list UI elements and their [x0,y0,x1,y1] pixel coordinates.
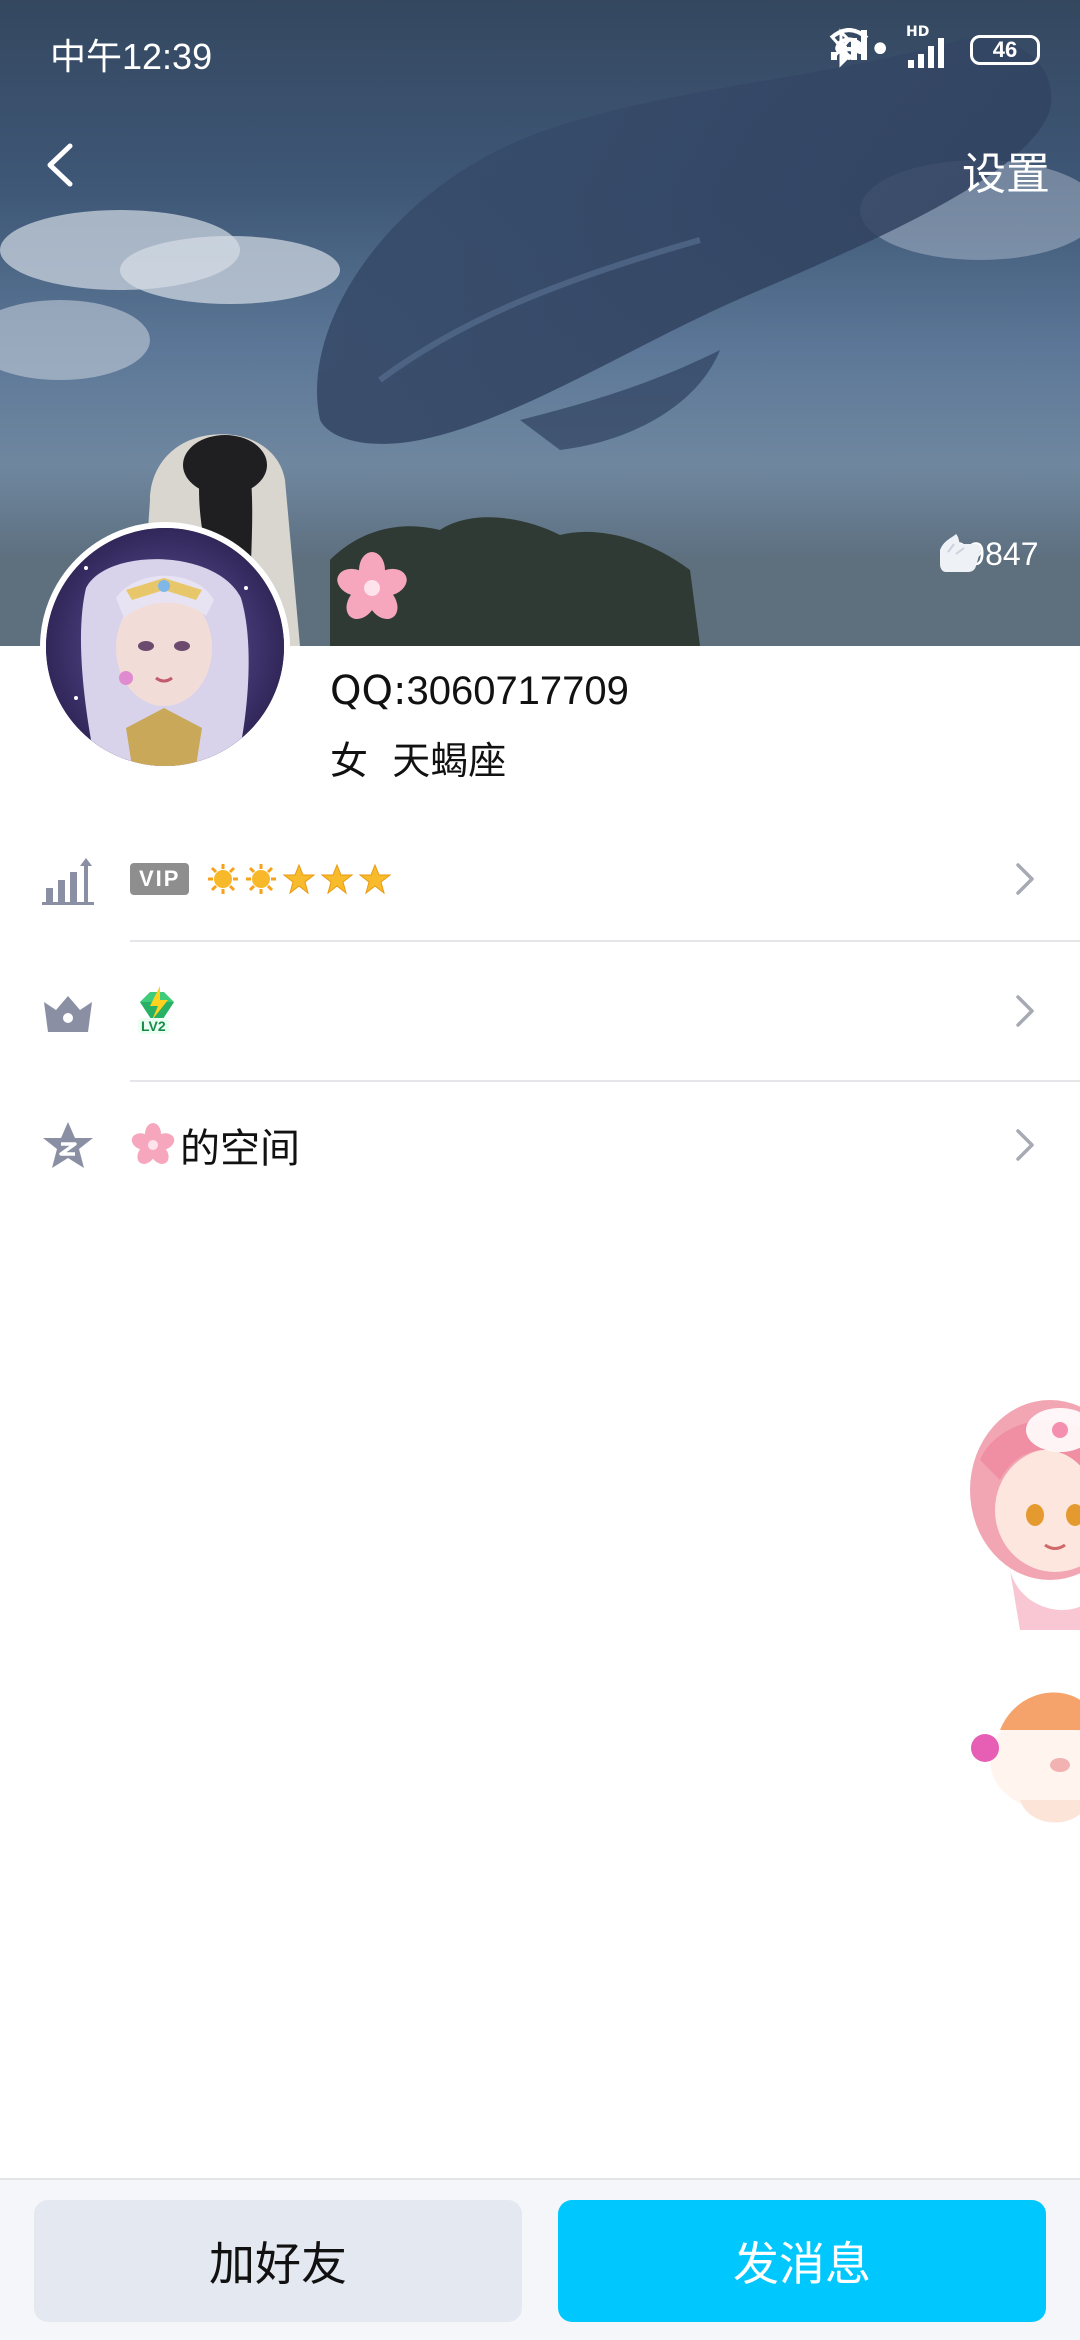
crown-icon [44,996,92,1032]
vip-tag: VIP [130,863,190,895]
cherry-blossom-icon [131,1123,175,1164]
qzone-star-icon [43,1122,93,1168]
status-icons: ••• HD 46 [829,24,1040,73]
avatar-image [46,528,284,766]
chevron-right-icon [1016,1129,1034,1161]
star-icon [359,863,392,895]
sun-icon [246,864,277,894]
bottom-action-bar: 加好友 发消息 [0,2178,1080,2340]
star-icon [283,863,316,895]
send-message-button[interactable]: 发消息 [558,2200,1046,2322]
settings-button[interactable]: 设置 [962,138,1050,202]
level-chart-icon [42,858,94,905]
qzone-label: 的空间 [180,1126,300,1172]
level-badge: LV2 [138,1018,169,1034]
divider [130,940,1080,942]
like-hand-icon [940,534,981,572]
status-bar: 中午12:39 ••• HD 46 [0,0,1080,100]
chevron-left-icon [47,143,73,187]
zodiac: 天蝎座 [392,739,507,783]
medal-row[interactable]: LV2 [0,944,1080,1078]
sun-icon [208,864,239,894]
vip-content: VIP [130,812,392,946]
add-friend-button[interactable]: 加好友 [34,2200,522,2322]
qq-prefix: QQ: [330,668,407,714]
qq-number: 3060717709 [406,669,629,713]
medal-content: LV2 [130,944,184,1078]
gender-zodiac-line: 女 天蝎座 [330,730,506,785]
star-icon [321,863,354,895]
qq-number-line: QQ:3060717709 [330,668,629,714]
chevron-right-icon [1016,995,1034,1027]
gender: 女 [330,739,369,783]
likes-counter[interactable]: 39847 [934,530,1054,573]
status-time: 中午12:39 [50,36,213,77]
qzone-row[interactable]: 的空间 [0,1078,1080,1212]
green-gem-lightning-icon: LV2 [130,984,184,1038]
level-stars [207,863,392,895]
vip-level-row[interactable]: VIP [0,812,1080,946]
back-button[interactable] [26,130,96,200]
chevron-right-icon [1016,863,1034,895]
cherry-blossom-icon [337,552,407,620]
avatar[interactable] [40,522,290,772]
wifi-icon [829,28,869,60]
mascot-sticker[interactable] [940,1370,1080,1850]
hd-signal-icon: HD [906,24,952,70]
battery-indicator: 46 [970,35,1040,65]
qzone-content: 的空间 [130,1078,300,1212]
